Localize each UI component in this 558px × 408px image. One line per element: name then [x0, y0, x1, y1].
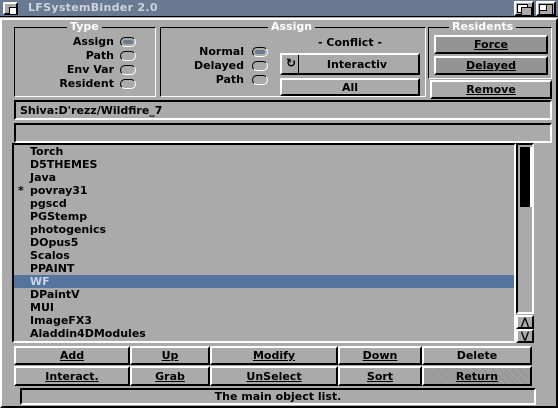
grab-button[interactable]: Grab	[130, 366, 210, 386]
list-item[interactable]: WF	[14, 275, 514, 288]
list-item[interactable]: D5THEMES	[14, 158, 514, 171]
conflict-cycle-button[interactable]: ↻ Interactiv	[280, 53, 420, 75]
list-item[interactable]: PGStemp	[14, 210, 514, 223]
list-item-name: D5THEMES	[30, 158, 98, 171]
list-item-name: PPAINT	[30, 262, 75, 275]
list-item-name: Scalos	[30, 249, 70, 262]
force-button[interactable]: Force	[434, 35, 548, 54]
list-item[interactable]: pgscd	[14, 197, 514, 210]
return-button-label: Return	[455, 369, 499, 383]
list-item[interactable]: Java	[14, 171, 514, 184]
interact-button-label: Interact.	[45, 369, 99, 383]
type-option-envvar-label: Env Var	[66, 63, 114, 76]
scroll-up-icon[interactable]: ⋀	[516, 315, 534, 329]
assign-option-normal-label: Normal	[199, 45, 244, 58]
residents-group-title: Residents	[449, 20, 517, 33]
list-item-name: DOpus5	[30, 236, 79, 249]
delayed-button-label: Delayed	[466, 59, 516, 72]
delayed-button[interactable]: Delayed	[434, 56, 548, 75]
up-button-label: Up	[161, 349, 179, 362]
delete-button[interactable]: Delete	[422, 346, 532, 365]
type-option-resident-radio[interactable]	[120, 79, 136, 89]
sort-button-label: Sort	[366, 369, 394, 383]
assign-option-delayed-radio[interactable]	[252, 61, 268, 71]
list-item[interactable]: DPaintV	[14, 288, 514, 301]
interact-button[interactable]: Interact.	[14, 366, 130, 386]
status-bar: The main object list.	[20, 388, 536, 405]
modify-button-label: Modify	[252, 349, 296, 362]
path-field[interactable]: Shiva:D'rezz/Wildfire_7	[14, 100, 552, 120]
assign-option-normal-radio[interactable]	[252, 47, 268, 57]
list-item[interactable]: * povray31	[14, 184, 514, 197]
cycle-divider	[298, 55, 299, 73]
list-item-name: MUI	[30, 301, 54, 314]
list-item-name: Torch	[30, 145, 64, 158]
up-button[interactable]: Up	[130, 346, 210, 365]
zoom-icon[interactable]	[536, 1, 556, 16]
object-list[interactable]: Torch D5THEMES Java * povray31 pgscd PGStemp ph…	[14, 145, 514, 341]
list-item-name: pgscd	[30, 197, 67, 210]
type-option-resident-label: Resident	[59, 77, 114, 90]
assign-option-path-radio[interactable]	[252, 75, 268, 85]
secondary-string-field[interactable]	[14, 123, 552, 143]
list-item-name: Java	[30, 171, 57, 184]
list-item[interactable]: Aladdin4DModules	[14, 327, 514, 340]
modify-button[interactable]: Modify	[210, 346, 338, 365]
remove-button[interactable]: Remove	[430, 80, 552, 99]
status-text: The main object list.	[214, 390, 342, 403]
delete-button-label: Delete	[456, 349, 498, 362]
sort-button[interactable]: Sort	[338, 366, 422, 386]
close-icon[interactable]	[3, 2, 18, 15]
all-button-label: All	[341, 80, 359, 94]
remove-button-label: Remove	[466, 83, 516, 96]
list-item-name: photogenics	[30, 223, 107, 236]
type-option-assign-label: Assign	[72, 35, 114, 48]
add-button-label: Add	[59, 349, 85, 362]
type-group-title: Type	[67, 20, 102, 33]
force-button-label: Force	[473, 38, 509, 51]
list-item-name: DPaintV	[30, 288, 80, 301]
list-scrollbar-thumb[interactable]	[520, 147, 532, 207]
unselect-button-label: UnSelect	[246, 369, 302, 383]
return-button[interactable]: Return	[422, 366, 532, 386]
type-option-assign-radio[interactable]	[120, 37, 136, 47]
path-field-value: Shiva:D'rezz/Wildfire_7	[20, 104, 163, 117]
type-option-path-radio[interactable]	[120, 51, 136, 61]
list-item-name: ImageFX3	[30, 314, 92, 327]
down-button-label: Down	[362, 349, 398, 362]
unselect-button[interactable]: UnSelect	[210, 366, 338, 386]
down-button[interactable]: Down	[338, 346, 422, 365]
list-item-name: PGStemp	[30, 210, 88, 223]
scroll-down-icon[interactable]: ⋁	[516, 329, 534, 343]
type-option-path-label: Path	[85, 49, 114, 62]
list-item[interactable]: Torch	[14, 145, 514, 158]
list-scrollbar-track[interactable]	[516, 143, 534, 314]
all-button[interactable]: All	[280, 78, 420, 96]
assign-group-title: Assign	[268, 20, 316, 33]
assign-option-path-label: Path	[215, 73, 244, 86]
list-item[interactable]: Scalos	[14, 249, 514, 262]
list-item[interactable]: PPAINT	[14, 262, 514, 275]
list-item[interactable]: photogenics	[14, 223, 514, 236]
cycle-icon: ↻	[286, 56, 297, 70]
list-item-name: Aladdin4DModules	[30, 327, 146, 340]
conflict-cycle-value: Interactiv	[326, 57, 388, 71]
list-item-mark: *	[18, 184, 24, 197]
conflict-label: - Conflict -	[318, 36, 382, 49]
list-item[interactable]: DOpus5	[14, 236, 514, 249]
type-option-envvar-radio[interactable]	[120, 65, 136, 75]
depth-arrange-icon[interactable]	[514, 1, 534, 16]
list-item[interactable]: ImageFX3	[14, 314, 514, 327]
list-item-name: WF	[30, 275, 50, 288]
assign-option-delayed-label: Delayed	[194, 59, 244, 72]
add-button[interactable]: Add	[14, 346, 130, 365]
list-item[interactable]: MUI	[14, 301, 514, 314]
grab-button-label: Grab	[155, 369, 185, 383]
list-item-name: povray31	[30, 184, 88, 197]
window-title: LFSystemBinder 2.0	[28, 1, 158, 14]
